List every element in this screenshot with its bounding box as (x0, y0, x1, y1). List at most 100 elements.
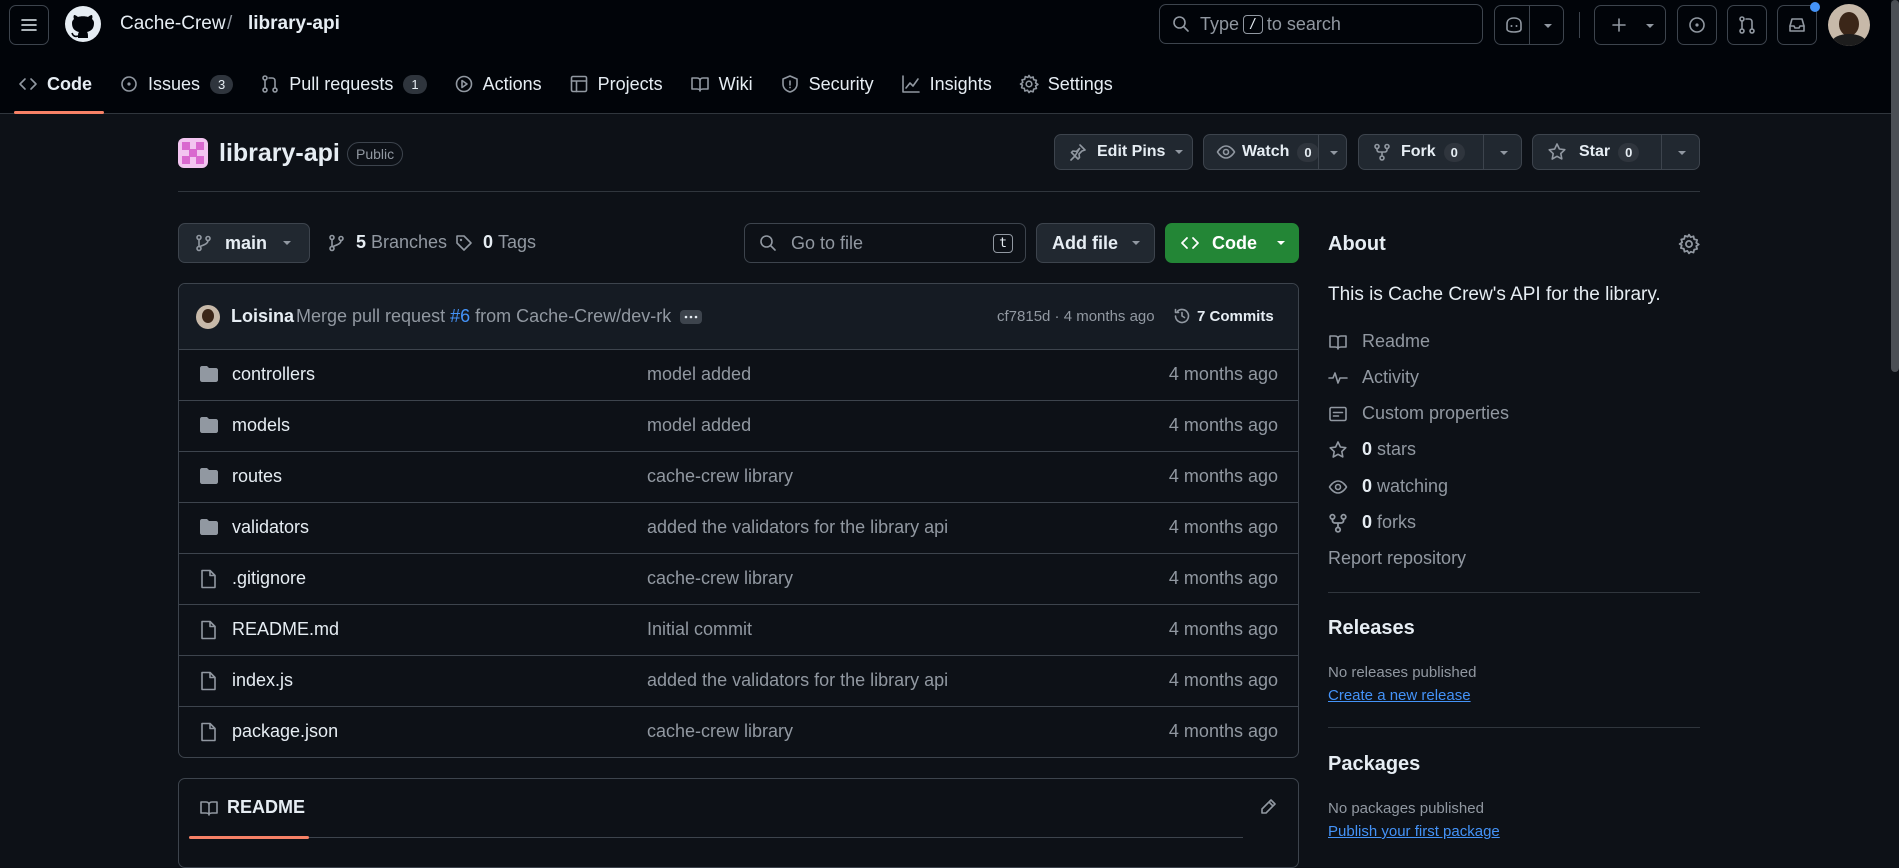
file-row[interactable]: routes cache-crew library 4 months ago (179, 452, 1298, 503)
readme-link[interactable]: Readme (1328, 331, 1430, 352)
report-repository-link[interactable]: Report repository (1328, 548, 1466, 569)
file-commit-message[interactable]: added the validators for the library api (647, 670, 948, 691)
readme-title: README (227, 797, 306, 817)
branches-link[interactable]: 5 Branches (328, 232, 447, 253)
menu-button[interactable] (9, 5, 49, 45)
commit-author-avatar[interactable] (196, 305, 220, 329)
tab-actions[interactable]: Actions (442, 62, 554, 106)
file-commit-message[interactable]: cache-crew library (647, 568, 793, 589)
scrollbar-thumb[interactable] (1891, 0, 1899, 372)
file-row[interactable]: models model added 4 months ago (179, 401, 1298, 452)
tab-security[interactable]: Security (768, 62, 886, 106)
avatar-shoulders (1832, 34, 1866, 46)
fork-button[interactable]: Fork 0 (1358, 134, 1522, 170)
file-name[interactable]: validators (232, 517, 309, 538)
branches-count: 5 (356, 232, 367, 252)
tab-issues[interactable]: Issues 3 (107, 62, 245, 106)
star-icon (1548, 143, 1566, 160)
github-logo[interactable] (64, 5, 102, 43)
stars-link[interactable]: 0 stars (1328, 439, 1416, 460)
repo-description: This is Cache Crew's API for the library… (1328, 284, 1661, 305)
forks-link[interactable]: 0 forks (1328, 512, 1416, 533)
pulse-icon (1328, 371, 1348, 384)
tab-code[interactable]: Code (6, 62, 104, 114)
commit-hash-time[interactable]: cf7815d · 4 months ago (997, 308, 1155, 325)
file-name[interactable]: models (232, 415, 290, 436)
edit-readme-button[interactable] (1258, 797, 1278, 817)
file-row[interactable]: index.js added the validators for the lib… (179, 656, 1298, 707)
breadcrumb-owner[interactable]: Cache-Crew (120, 13, 226, 35)
file-commit-time: 4 months ago (1168, 466, 1278, 486)
pull-requests-button[interactable] (1727, 5, 1767, 45)
commit-author[interactable]: Loisina (231, 306, 294, 327)
fork-icon (1329, 513, 1347, 533)
global-search[interactable]: Type / to search (1159, 4, 1483, 44)
custom-properties-link[interactable]: Custom properties (1328, 403, 1509, 424)
file-row-icon (199, 722, 217, 742)
watch-button[interactable]: Watch 0 (1203, 134, 1347, 170)
commit-expand-button[interactable] (680, 310, 702, 324)
file-commit-message[interactable]: cache-crew library (647, 466, 793, 487)
tab-wiki[interactable]: Wiki (678, 62, 765, 106)
fork-label: Fork (1401, 143, 1436, 160)
create-release-link[interactable]: Create a new release (1328, 687, 1471, 704)
create-new-button[interactable] (1594, 5, 1666, 45)
add-file-button[interactable]: Add file (1036, 223, 1155, 263)
file-row[interactable]: controllers model added 4 months ago (179, 350, 1298, 401)
stars-count: 0 (1362, 439, 1373, 459)
publish-package-link[interactable]: Publish your first package (1328, 823, 1500, 840)
readme-label: Readme (1362, 331, 1431, 351)
tab-projects[interactable]: Projects (557, 62, 675, 106)
user-avatar[interactable] (1828, 4, 1870, 46)
file-commit-message[interactable]: Initial commit (647, 619, 752, 640)
file-name[interactable]: README.md (232, 619, 339, 640)
branch-name: main (225, 232, 268, 253)
file-icon (201, 722, 216, 742)
commits-link[interactable]: 7 Commits (1173, 307, 1274, 325)
commit-message[interactable]: Merge pull request #6 from Cache-Crew/de… (296, 306, 671, 327)
star-button[interactable]: Star 0 (1532, 134, 1700, 170)
file-row[interactable]: package.json cache-crew library 4 months a… (179, 707, 1298, 757)
page-scrollbar[interactable] (1891, 0, 1899, 851)
file-commit-message[interactable]: cache-crew library (647, 721, 793, 742)
plus-icon (1612, 18, 1626, 32)
branch-selector[interactable]: main (178, 223, 310, 263)
commits-count: 7 Commits (1197, 307, 1274, 325)
global-header: Cache-Crew / library-api Type / to searc… (0, 0, 1899, 114)
latest-commit-bar: Loisina Merge pull request #6 from Cache… (179, 284, 1298, 350)
edit-pins-button[interactable]: Edit Pins (1054, 134, 1193, 170)
file-name[interactable]: .gitignore (232, 568, 306, 589)
file-row[interactable]: validators added the validators for the l… (179, 503, 1298, 554)
file-commit-message[interactable]: model added (647, 415, 751, 436)
code-dropdown-button[interactable]: Code (1165, 223, 1299, 263)
tab-pull-requests[interactable]: Pull requests 1 (248, 62, 438, 106)
file-name[interactable]: index.js (232, 670, 293, 691)
file-commit-message[interactable]: model added (647, 364, 751, 385)
header-divider (1579, 12, 1580, 38)
star-icon (1329, 440, 1347, 458)
file-row[interactable]: .gitignore cache-crew library 4 months ago (179, 554, 1298, 605)
tab-insights[interactable]: Insights (889, 62, 1004, 106)
readme-tab[interactable]: README (199, 797, 305, 818)
issues-button[interactable] (1677, 5, 1717, 45)
copilot-button[interactable] (1494, 5, 1564, 45)
file-commit-message[interactable]: added the validators for the library api (647, 517, 948, 538)
watching-link[interactable]: 0 watching (1328, 476, 1448, 497)
about-heading: About (1328, 233, 1386, 255)
commit-pr-link[interactable]: #6 (450, 306, 470, 326)
tags-link[interactable]: 0 Tags (455, 232, 536, 253)
activity-link[interactable]: Activity (1328, 367, 1419, 388)
go-to-file-input[interactable]: Go to file t (744, 223, 1026, 263)
inbox-button[interactable] (1777, 2, 1820, 45)
file-row[interactable]: README.md Initial commit 4 months ago (179, 605, 1298, 656)
packages-heading[interactable]: Packages (1328, 753, 1420, 776)
file-name[interactable]: routes (232, 466, 282, 487)
tab-settings[interactable]: Settings (1007, 62, 1125, 106)
breadcrumb-repo[interactable]: library-api (248, 13, 340, 35)
about-settings-button[interactable] (1678, 233, 1700, 255)
tab-label: Issues (148, 73, 201, 94)
repo-title[interactable]: library-api (219, 139, 340, 168)
file-name[interactable]: package.json (232, 721, 338, 742)
releases-heading[interactable]: Releases (1328, 617, 1415, 640)
file-name[interactable]: controllers (232, 364, 315, 385)
